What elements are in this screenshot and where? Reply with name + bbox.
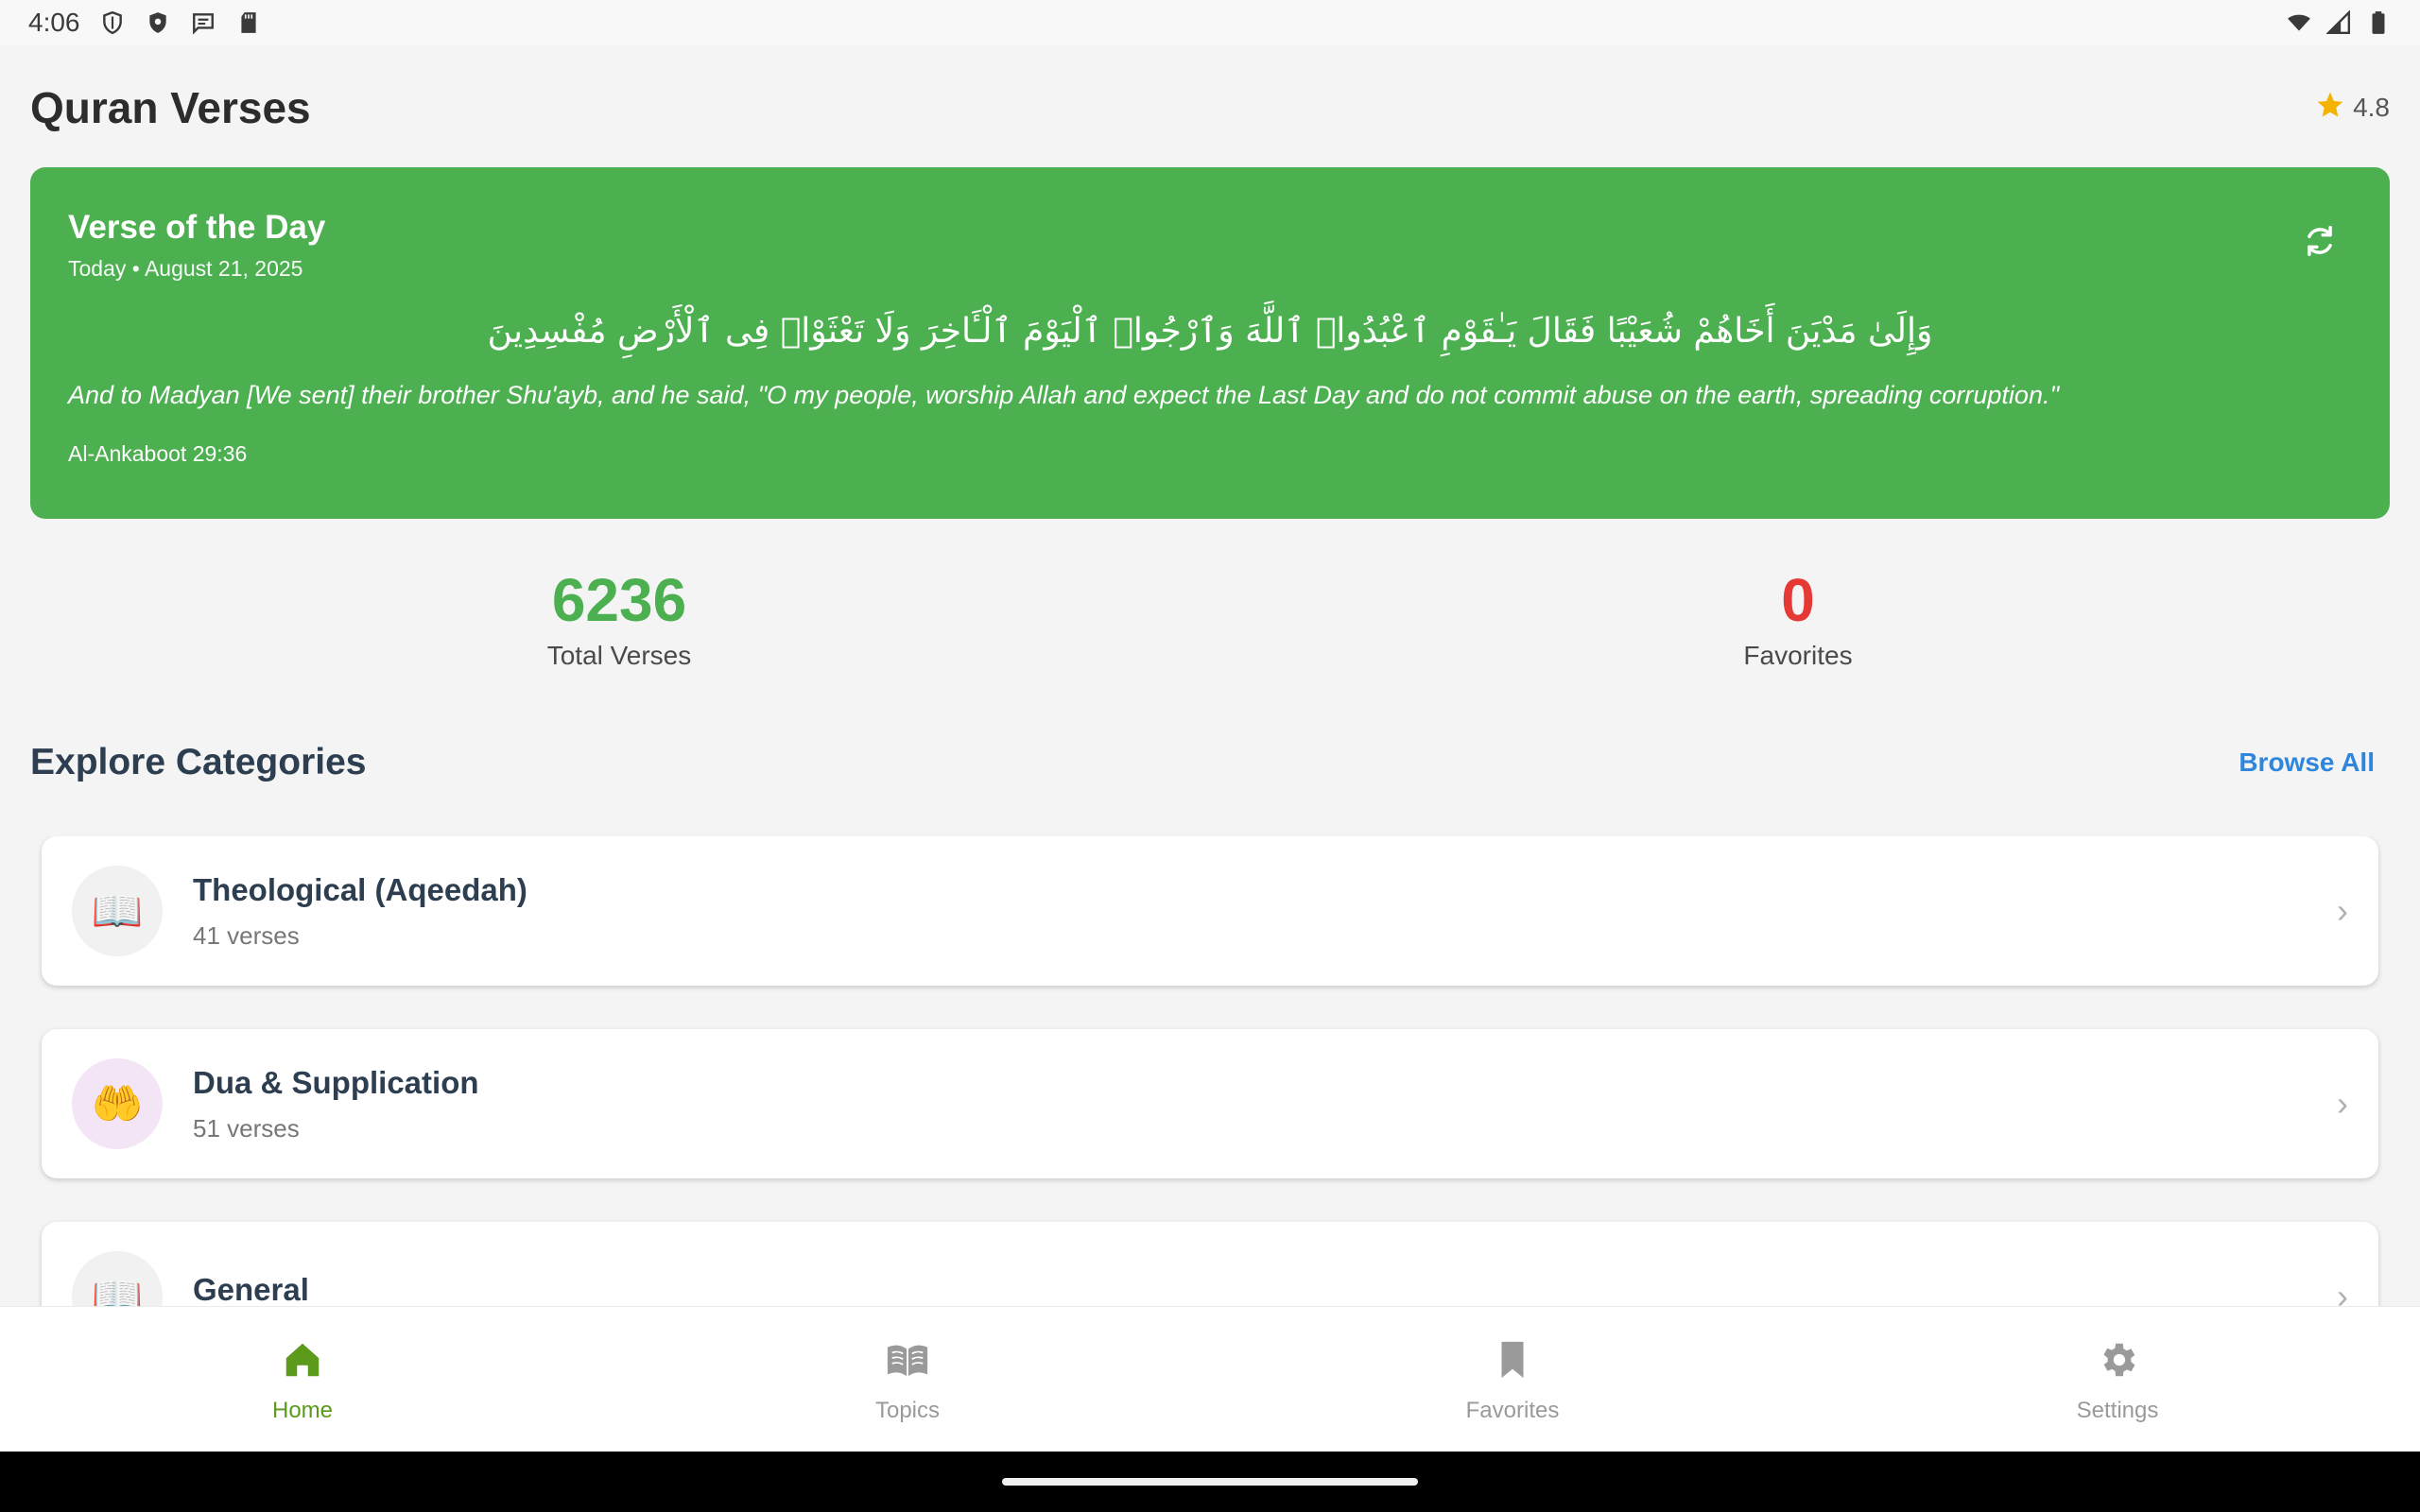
app-title: Quran Verses	[30, 83, 311, 132]
bottom-navigation: Home Topics Favorites Settings	[0, 1306, 2420, 1452]
chevron-right-icon: ›	[2337, 1084, 2348, 1123]
open-book-icon: 📖	[72, 1251, 163, 1306]
nav-label: Favorites	[1465, 1398, 1560, 1423]
app-screen: 4:06 Quran Verses 4.8 Verse of the Day T…	[0, 0, 2420, 1512]
refresh-icon	[2302, 223, 2338, 264]
signal-icon	[2325, 9, 2352, 36]
nav-favorites[interactable]: Favorites	[1210, 1307, 1815, 1452]
verse-of-day-card[interactable]: Verse of the Day Today • August 21, 2025…	[30, 167, 2390, 519]
verse-reference: Al-Ankaboot 29:36	[68, 440, 248, 466]
status-bar: 4:06	[0, 0, 2420, 45]
category-name: Theological (Aqeedah)	[193, 871, 527, 907]
category-list[interactable]: 📖 Theological (Aqeedah) 41 verses › 🤲 Du…	[0, 836, 2420, 1306]
stats-row: 6236 Total Verses 0 Favorites	[0, 567, 2420, 690]
verse-arabic-text: وَإِلَىٰ مَدْيَنَ أَخَاهُمْ شُعَيْبًا فَ…	[487, 312, 1933, 351]
sd-card-icon	[235, 9, 262, 36]
verse-card-date: Today • August 21, 2025	[68, 256, 303, 281]
favorites-value: 0	[1781, 566, 1815, 634]
browse-all-link[interactable]: Browse All	[2238, 747, 2375, 778]
category-count: 51 verses	[193, 1113, 300, 1143]
favorites-stat: 0 Favorites	[1609, 567, 1987, 671]
chevron-right-icon: ›	[2337, 891, 2348, 930]
rating-value: 4.8	[2353, 93, 2390, 122]
total-verses-value: 6236	[551, 566, 687, 634]
star-icon	[2315, 90, 2345, 127]
total-verses-stat: 6236 Total Verses	[430, 567, 808, 671]
favorites-label: Favorites	[1743, 641, 1853, 671]
section-title: Explore Categories	[30, 742, 367, 782]
category-card-theological[interactable]: 📖 Theological (Aqeedah) 41 verses ›	[42, 836, 2378, 986]
verse-card-title: Verse of the Day	[68, 209, 326, 246]
wifi-icon	[2286, 9, 2312, 36]
refresh-button[interactable]	[2297, 220, 2342, 266]
bookmark-icon	[1491, 1338, 1534, 1398]
status-time: 4:06	[28, 8, 80, 37]
category-count: 41 verses	[193, 920, 300, 950]
book-icon	[886, 1338, 929, 1398]
category-name: Dua & Supplication	[193, 1064, 479, 1100]
gear-icon	[2096, 1338, 2139, 1398]
shield-filled-icon	[145, 9, 171, 36]
verse-translation: And to Madyan [We sent] their brother Sh…	[68, 381, 2060, 410]
nav-home[interactable]: Home	[0, 1307, 605, 1452]
battery-icon	[2365, 9, 2392, 36]
app-header: Quran Verses 4.8	[30, 77, 2390, 138]
nav-topics[interactable]: Topics	[605, 1307, 1210, 1452]
app-rating: 4.8	[2315, 90, 2390, 127]
total-verses-label: Total Verses	[546, 641, 692, 671]
open-book-icon: 📖	[72, 866, 163, 956]
category-card-dua[interactable]: 🤲 Dua & Supplication 51 verses ›	[42, 1029, 2378, 1178]
nav-label: Home	[271, 1398, 334, 1423]
home-icon	[281, 1338, 324, 1398]
praying-hands-icon: 🤲	[72, 1058, 163, 1149]
message-icon	[190, 9, 216, 36]
nav-settings[interactable]: Settings	[1815, 1307, 2420, 1452]
categories-header: Explore Categories Browse All	[30, 737, 2390, 788]
chevron-right-icon: ›	[2337, 1277, 2348, 1306]
home-gesture-handle[interactable]	[1002, 1478, 1418, 1486]
system-gesture-area	[0, 1452, 2420, 1512]
category-card-general[interactable]: 📖 General ›	[42, 1222, 2378, 1306]
shield-outline-icon	[99, 9, 126, 36]
nav-label: Topics	[874, 1398, 941, 1423]
nav-label: Settings	[2076, 1398, 2159, 1423]
category-name: General	[193, 1272, 309, 1306]
